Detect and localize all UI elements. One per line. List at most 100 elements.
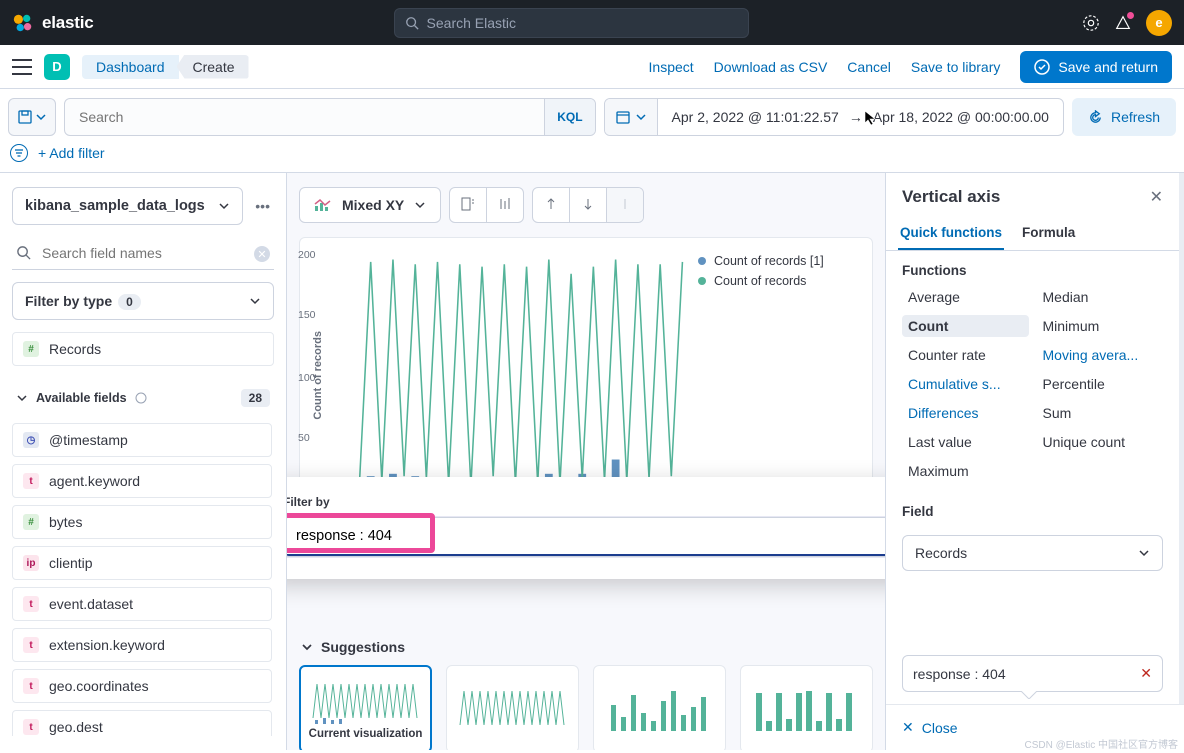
- brand-text: elastic: [42, 13, 94, 33]
- available-fields-header[interactable]: Available fields 28: [12, 385, 274, 411]
- filter-by-popover: Filter by KQL: [287, 477, 885, 579]
- left-axis-button[interactable]: [533, 188, 570, 222]
- search-icon: [16, 245, 31, 260]
- field-selector[interactable]: Records: [902, 535, 1163, 571]
- bottom-axis-button[interactable]: [570, 188, 607, 222]
- field-item[interactable]: tgeo.coordinates: [12, 669, 272, 703]
- field-type-icon: ip: [23, 555, 39, 571]
- clear-icon[interactable]: ✕: [254, 246, 270, 262]
- canvas-toolbar: Mixed XY: [299, 187, 873, 223]
- global-search-placeholder: Search Elastic: [427, 15, 516, 31]
- breadcrumb-dashboard[interactable]: Dashboard: [82, 55, 179, 79]
- vis-type-selector[interactable]: Mixed XY: [299, 187, 441, 223]
- canvas-panel: Mixed XY Count of records 200 150 100 50…: [287, 173, 885, 750]
- function-option[interactable]: Minimum: [1037, 315, 1164, 337]
- save-and-return-button[interactable]: Save and return: [1020, 51, 1172, 83]
- function-option[interactable]: Differences: [902, 402, 1029, 424]
- field-item[interactable]: #bytes: [12, 505, 272, 539]
- breadcrumb-create: Create: [177, 55, 249, 79]
- function-option[interactable]: Cumulative s...: [902, 373, 1029, 395]
- nav-toggle-icon[interactable]: [12, 59, 32, 75]
- suggestion-card[interactable]: [740, 665, 873, 750]
- legend-settings-group: [449, 187, 524, 223]
- filter-by-input[interactable]: [287, 518, 885, 556]
- field-item[interactable]: ◷@timestamp: [12, 423, 272, 457]
- legend-position-button[interactable]: [450, 188, 487, 222]
- breadcrumb: Dashboard Create: [82, 55, 249, 79]
- chevron-down-icon: [635, 111, 647, 123]
- field-type-icon: t: [23, 719, 39, 735]
- legend-swatch: [698, 257, 706, 265]
- field-item[interactable]: tagent.keyword: [12, 464, 272, 498]
- function-option[interactable]: Average: [902, 286, 1029, 308]
- functions-grid: Average Median Count Minimum Counter rate Mov…: [902, 286, 1163, 482]
- calendar-icon: [615, 109, 631, 125]
- config-panel: Vertical axis ✕ Quick functions Formula …: [885, 173, 1184, 750]
- check-circle-icon: [1034, 59, 1050, 75]
- inspect-button[interactable]: Inspect: [649, 59, 694, 75]
- number-icon: #: [23, 341, 39, 357]
- function-option[interactable]: Median: [1037, 286, 1164, 308]
- arrow-right-icon: →: [849, 109, 863, 125]
- info-icon: [135, 392, 147, 404]
- kql-toggle[interactable]: KQL: [544, 99, 594, 135]
- field-item[interactable]: textension.keyword: [12, 628, 272, 662]
- fields-list: ◷@timestamp tagent.keyword #bytes ipclienti…: [12, 423, 274, 736]
- suggestion-current[interactable]: Current visualization: [299, 665, 432, 750]
- function-option[interactable]: Count: [902, 315, 1029, 337]
- date-to: Apr 18, 2022 @ 00:00:00.00: [873, 109, 1049, 125]
- function-option[interactable]: Counter rate: [902, 344, 1029, 366]
- user-avatar[interactable]: e: [1146, 10, 1172, 36]
- field-item[interactable]: tevent.dataset: [12, 587, 272, 621]
- close-panel-icon[interactable]: ✕: [1150, 187, 1163, 207]
- chevron-down-icon: [35, 111, 47, 123]
- filter-by-label: Filter by: [287, 495, 885, 509]
- function-option[interactable]: Last value: [902, 431, 1029, 453]
- function-option[interactable]: Percentile: [1037, 373, 1164, 395]
- date-range-picker[interactable]: Apr 2, 2022 @ 11:01:22.57 → Apr 18, 2022…: [604, 98, 1064, 136]
- index-options-icon[interactable]: •••: [251, 194, 274, 218]
- function-option[interactable]: Moving avera...: [1037, 344, 1164, 366]
- field-heading: Field: [902, 504, 1163, 519]
- refresh-button[interactable]: Refresh: [1072, 98, 1176, 136]
- filter-by-type-button[interactable]: Filter by type0: [12, 282, 274, 320]
- suggestions-toggle[interactable]: Suggestions: [299, 635, 873, 665]
- axis-settings-button[interactable]: [487, 188, 523, 222]
- tab-formula[interactable]: Formula: [1020, 217, 1077, 250]
- records-field[interactable]: # Records: [12, 332, 274, 366]
- field-search-input[interactable]: [12, 237, 274, 270]
- suggestion-card[interactable]: [446, 665, 579, 750]
- global-search-input[interactable]: Search Elastic: [394, 8, 749, 38]
- tab-quick-functions[interactable]: Quick functions: [898, 217, 1004, 250]
- filter-options-icon[interactable]: [10, 144, 28, 162]
- config-tabs: Quick functions Formula: [886, 217, 1179, 251]
- help-icon[interactable]: [1082, 14, 1100, 32]
- add-filter-button[interactable]: + Add filter: [38, 145, 105, 161]
- close-icon: ✕: [902, 719, 914, 736]
- news-icon[interactable]: [1114, 14, 1132, 32]
- save-to-library-button[interactable]: Save to library: [911, 59, 1000, 75]
- chevron-down-icon: [249, 295, 261, 307]
- field-item[interactable]: tgeo.dest: [12, 710, 272, 736]
- field-search-wrapper: ✕: [12, 237, 274, 270]
- calendar-button[interactable]: [605, 99, 658, 135]
- query-input[interactable]: [65, 99, 544, 135]
- app-badge: D: [44, 54, 70, 80]
- remove-filter-icon[interactable]: ✕: [1140, 665, 1152, 682]
- function-option[interactable]: Sum: [1037, 402, 1164, 424]
- suggestions-section: Suggestions Current visualization: [299, 635, 873, 750]
- index-pattern-selector[interactable]: kibana_sample_data_logs: [12, 187, 243, 225]
- elastic-logo-icon: [12, 12, 34, 34]
- field-type-icon: #: [23, 514, 39, 530]
- saved-query-button[interactable]: [8, 98, 56, 136]
- fields-panel: kibana_sample_data_logs ••• ✕ Filter by …: [0, 173, 287, 750]
- search-icon: [405, 16, 419, 30]
- cancel-button[interactable]: Cancel: [847, 59, 891, 75]
- field-item[interactable]: ipclientip: [12, 546, 272, 580]
- applied-filter-pill[interactable]: response : 404 ✕: [902, 655, 1163, 692]
- download-csv-button[interactable]: Download as CSV: [714, 59, 828, 75]
- app-toolbar: D Dashboard Create Inspect Download as C…: [0, 45, 1184, 89]
- function-option[interactable]: Unique count: [1037, 431, 1164, 453]
- suggestion-card[interactable]: [593, 665, 726, 750]
- function-option[interactable]: Maximum: [902, 460, 1029, 482]
